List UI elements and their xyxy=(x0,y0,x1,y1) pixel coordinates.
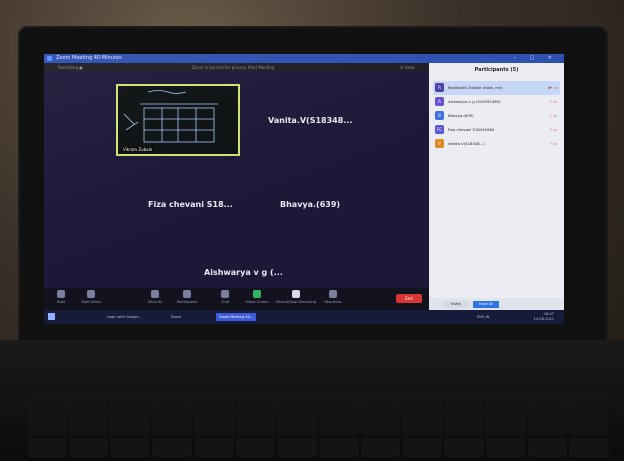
taskbar-clock[interactable]: 16:47 14-06-2021 xyxy=(534,312,554,322)
speaker-name-tag: Vikram Zubale xyxy=(121,147,155,152)
taskbar-language[interactable]: ENG IN xyxy=(474,313,492,321)
window-controls[interactable]: – □ ✕ xyxy=(513,54,558,63)
participant-row[interactable]: B Bhavya.(639) ̸ ▭ xyxy=(433,109,560,123)
participants-button[interactable]: Participants xyxy=(174,290,200,304)
start-video-button[interactable]: Start Video xyxy=(78,290,104,304)
participant-tile-fiza[interactable]: Fiza chevani S18... xyxy=(148,200,233,209)
mic-muted-icon: ⊕ ̴̸ ▭ xyxy=(547,85,557,90)
reactions-label: Reactions xyxy=(324,300,342,304)
mic-muted-icon: ̸ ▭ xyxy=(552,141,557,146)
chat-label: Chat xyxy=(220,300,230,304)
avatar: V xyxy=(435,139,444,148)
participant-tile-aishwarya[interactable]: Aishwarya v g (... xyxy=(204,268,283,277)
participant-name: Aishwarya v g (S18352460) xyxy=(448,99,501,104)
security-button[interactable]: Security xyxy=(142,290,168,304)
chat-bubble-icon xyxy=(221,290,229,298)
taskbar-item-zoom-meeting[interactable]: Zoom Meeting 40... xyxy=(216,313,257,321)
chat-button[interactable]: Chat xyxy=(212,290,238,304)
avatar: B xyxy=(435,111,444,120)
laptop-keyboard xyxy=(28,395,608,457)
mute-label: Mute xyxy=(56,300,66,304)
end-meeting-button[interactable]: End xyxy=(396,294,422,303)
taskbar-item-browser[interactable]: Login with Google... xyxy=(104,313,145,321)
reactions-button[interactable]: Reactions xyxy=(320,290,346,304)
share-screen-label: Share Screen xyxy=(245,300,269,304)
record-label: Record/Stop Recording xyxy=(276,300,316,304)
participant-row[interactable]: A Aishwarya v g (S18352460) ̸ ▭ xyxy=(433,95,560,109)
participant-name: Bhavya.(639) xyxy=(448,113,474,118)
recording-indicator: Recording ● xyxy=(58,65,83,70)
taskbar-item-zoom[interactable]: Zoom xyxy=(168,313,184,321)
avatar: FC xyxy=(435,125,444,134)
participants-panel-title: Participants (5) xyxy=(474,67,519,73)
participant-row[interactable]: V Vanita.V(S18348...) ̸ ▭ xyxy=(433,137,560,151)
participant-tile-bhavya[interactable]: Bhavya.(639) xyxy=(280,200,340,209)
share-screen-icon xyxy=(253,290,261,298)
participant-name: Ravikanth Zubale (Host, me) xyxy=(448,85,503,90)
laptop-screen: Zoom Meeting 40-Minutes – □ ✕ Recording … xyxy=(44,54,564,324)
mic-muted-icon: ̸ ▭ xyxy=(552,113,557,118)
clock-date: 14-06-2021 xyxy=(533,317,554,321)
avatar: A xyxy=(435,97,444,106)
microphone-icon xyxy=(57,290,65,298)
record-icon xyxy=(292,290,300,298)
active-speaker-tile[interactable]: Vikram Zubale xyxy=(116,84,240,156)
mute-button[interactable]: Mute xyxy=(48,290,74,304)
windows-start-icon[interactable] xyxy=(48,313,55,320)
window-titlebar: Zoom Meeting 40-Minutes – □ ✕ xyxy=(44,54,564,63)
mute-all-button[interactable]: Mute All xyxy=(473,301,499,308)
meeting-info-bar: Recording ● Zoom is blurred for privacy … xyxy=(44,63,429,72)
participant-tile-vanita[interactable]: Vanita.V(S18348... xyxy=(268,116,352,125)
windows-taskbar: Login with Google... Zoom Zoom Meeting 4… xyxy=(44,310,564,324)
people-icon xyxy=(183,290,191,298)
window-title: Zoom Meeting 40-Minutes xyxy=(56,55,122,61)
share-screen-button[interactable]: Share Screen xyxy=(244,290,270,304)
invite-button[interactable]: Invite xyxy=(443,301,469,308)
participants-panel: Participants (5) R Ravikanth Zubale (Hos… xyxy=(429,63,564,310)
participant-name: Fiza chevani S18349460 xyxy=(448,127,495,132)
mic-muted-icon: ̸ ▭ xyxy=(552,99,557,104)
participant-name: Vanita.V(S18348...) xyxy=(448,141,485,146)
zoom-app-icon xyxy=(47,56,52,61)
participants-label: Participants xyxy=(176,300,198,304)
mic-muted-icon: ̸ ▭ xyxy=(552,127,557,132)
participant-row[interactable]: FC Fiza chevani S18349460 ̸ ▭ xyxy=(433,123,560,137)
meeting-info-text: Zoom is blurred for privacy (Pro) Meetin… xyxy=(192,65,275,70)
shield-icon xyxy=(151,290,159,298)
participants-panel-footer: Invite Mute All xyxy=(429,298,564,310)
record-button[interactable]: Record/Stop Recording xyxy=(276,290,316,304)
meeting-toolbar: Mute Start Video Security Participants C… xyxy=(44,288,429,310)
avatar: R xyxy=(435,83,444,92)
whiteboard-drawing xyxy=(123,90,218,143)
start-video-label: Start Video xyxy=(81,300,101,304)
video-gallery: Vikram Zubale Vanita.V(S18348... Fiza ch… xyxy=(44,72,429,288)
participant-list: R Ravikanth Zubale (Host, me) ⊕ ̴̸ ▭ A A… xyxy=(433,81,560,151)
participant-row[interactable]: R Ravikanth Zubale (Host, me) ⊕ ̴̸ ▭ xyxy=(433,81,560,95)
security-label: Security xyxy=(147,300,163,304)
view-button[interactable]: ☰ View xyxy=(400,63,414,72)
reaction-smiley-icon xyxy=(329,290,337,298)
video-camera-icon xyxy=(87,290,95,298)
